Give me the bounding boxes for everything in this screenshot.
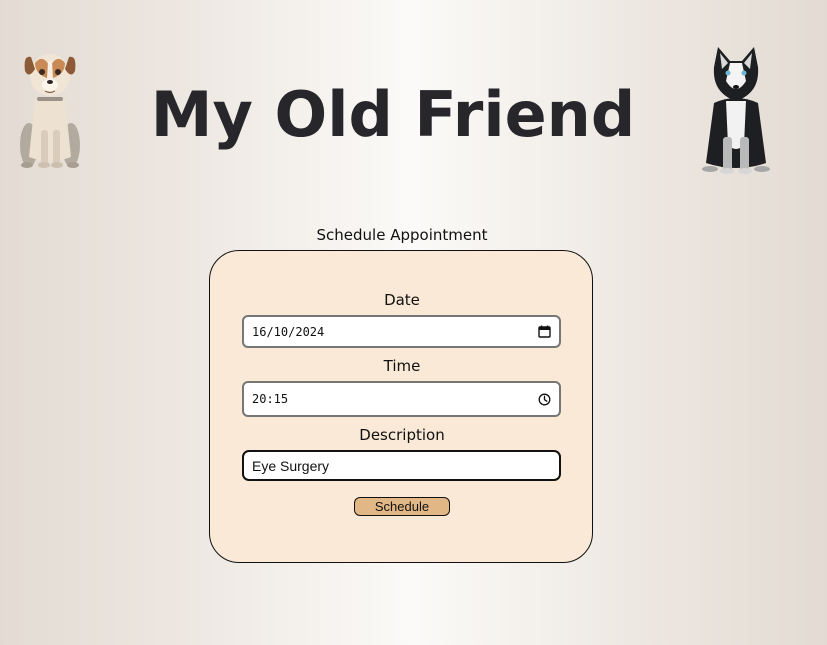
section-heading: Schedule Appointment (316, 226, 488, 244)
date-label: Date (384, 291, 420, 309)
time-input[interactable]: 20:15 (242, 381, 561, 417)
date-input[interactable]: 16/10/2024 (242, 315, 561, 348)
description-value: Eye Surgery (252, 457, 330, 474)
clock-icon[interactable] (537, 392, 551, 406)
calendar-icon[interactable] (537, 325, 551, 339)
description-label: Description (359, 426, 445, 444)
time-value: 20:15 (252, 392, 289, 406)
date-value: 16/10/2024 (252, 324, 325, 339)
appointment-form: Date 16/10/2024 Time 20:15 Description E… (209, 250, 593, 563)
time-label: Time (383, 357, 421, 375)
schedule-button[interactable]: Schedule (354, 497, 450, 516)
description-input[interactable]: Eye Surgery (242, 450, 561, 481)
site-title: My Old Friend (150, 78, 636, 151)
